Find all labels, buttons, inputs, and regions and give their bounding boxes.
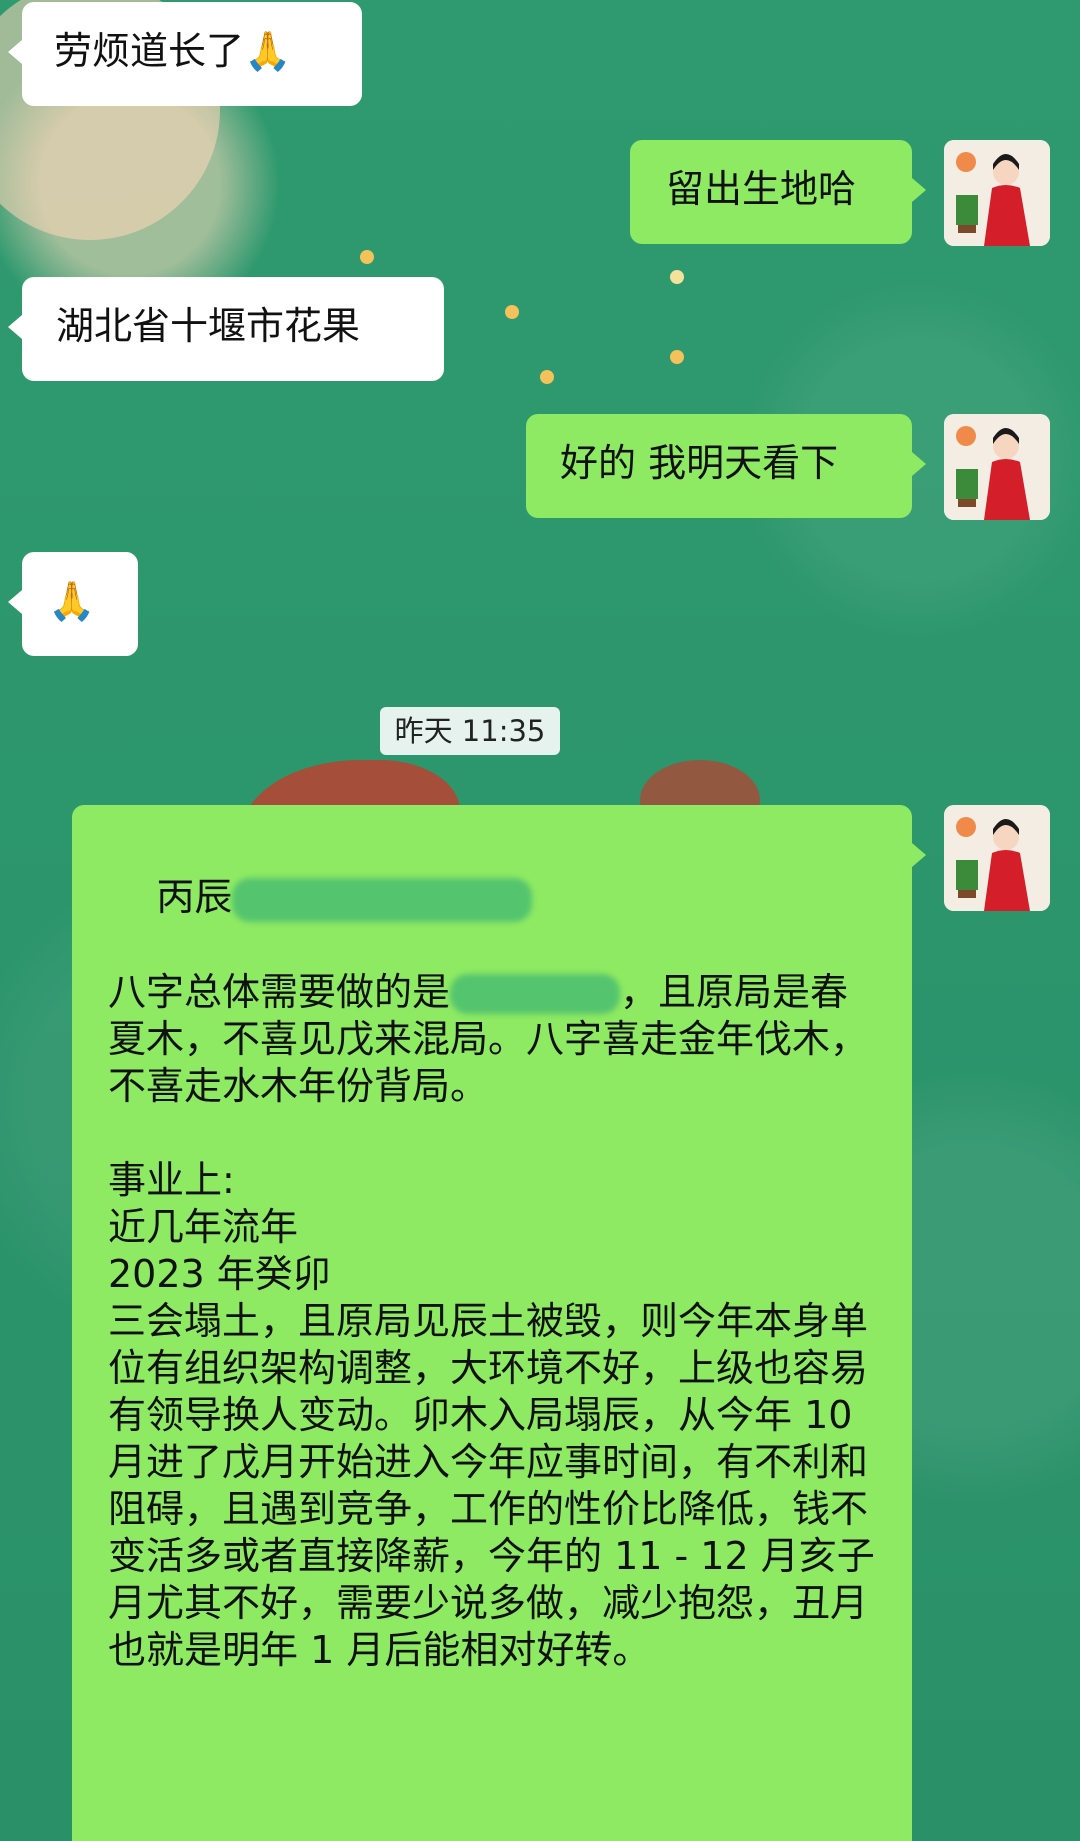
message-text: 湖北省十堰市花果 — [56, 304, 361, 348]
reading-prefix: 八字总体需要做的是 — [108, 969, 451, 1014]
outgoing-message-bubble[interactable]: 留出生地哈 — [630, 140, 926, 244]
background-decoration — [540, 370, 554, 384]
avatar[interactable] — [944, 414, 1050, 520]
incoming-message-bubble[interactable]: 湖北省十堰市花果 — [8, 277, 444, 381]
message-text: 留出生地哈 — [666, 167, 857, 211]
redacted-blur — [232, 877, 533, 922]
background-decoration — [670, 270, 684, 284]
reading-prefix: 丙辰 — [156, 875, 233, 919]
avatar[interactable] — [944, 140, 1050, 246]
avatar-master-icon — [944, 140, 1050, 246]
background-decoration — [360, 250, 374, 264]
reading-recent-years: 近几年流年 — [108, 1204, 299, 1249]
avatar-master-icon — [944, 414, 1050, 520]
avatar-master-icon — [944, 805, 1050, 911]
outgoing-message-bubble[interactable]: 丙辰 八字总体需要做的是 ，且原局是春夏木，不喜见戊来混局。八字喜走金年伐木，不喜… — [72, 805, 926, 1841]
outgoing-message-bubble[interactable]: 好的 我明天看下 — [526, 414, 926, 518]
praying-hands-emoji: 🙏 — [48, 579, 96, 623]
redacted-blur — [450, 974, 621, 1014]
incoming-message-bubble[interactable]: 劳烦道长了🙏 — [8, 2, 362, 106]
reading-line-1: 丙辰 — [108, 827, 876, 969]
reading-career-title: 事业上: — [108, 1157, 235, 1202]
message-text: 劳烦道长了🙏 — [54, 29, 292, 73]
avatar[interactable] — [944, 805, 1050, 911]
reading-year: 2023 年癸卯 — [108, 1251, 331, 1296]
incoming-message-bubble[interactable]: 🙏 — [8, 552, 138, 656]
background-decoration — [670, 350, 684, 364]
message-text: 好的 我明天看下 — [560, 441, 839, 485]
reading-body: 三会塌土，且原局见辰土被毁，则今年本身单位有组织架构调整，大环境不好，上级也容易… — [108, 1298, 875, 1672]
reading-summary: 八字总体需要做的是 ，且原局是春夏木，不喜见戊来混局。八字喜走金年伐木，不喜走水木… — [108, 969, 876, 1110]
timestamp: 昨天 11:35 — [380, 707, 560, 755]
background-decoration — [505, 305, 519, 319]
